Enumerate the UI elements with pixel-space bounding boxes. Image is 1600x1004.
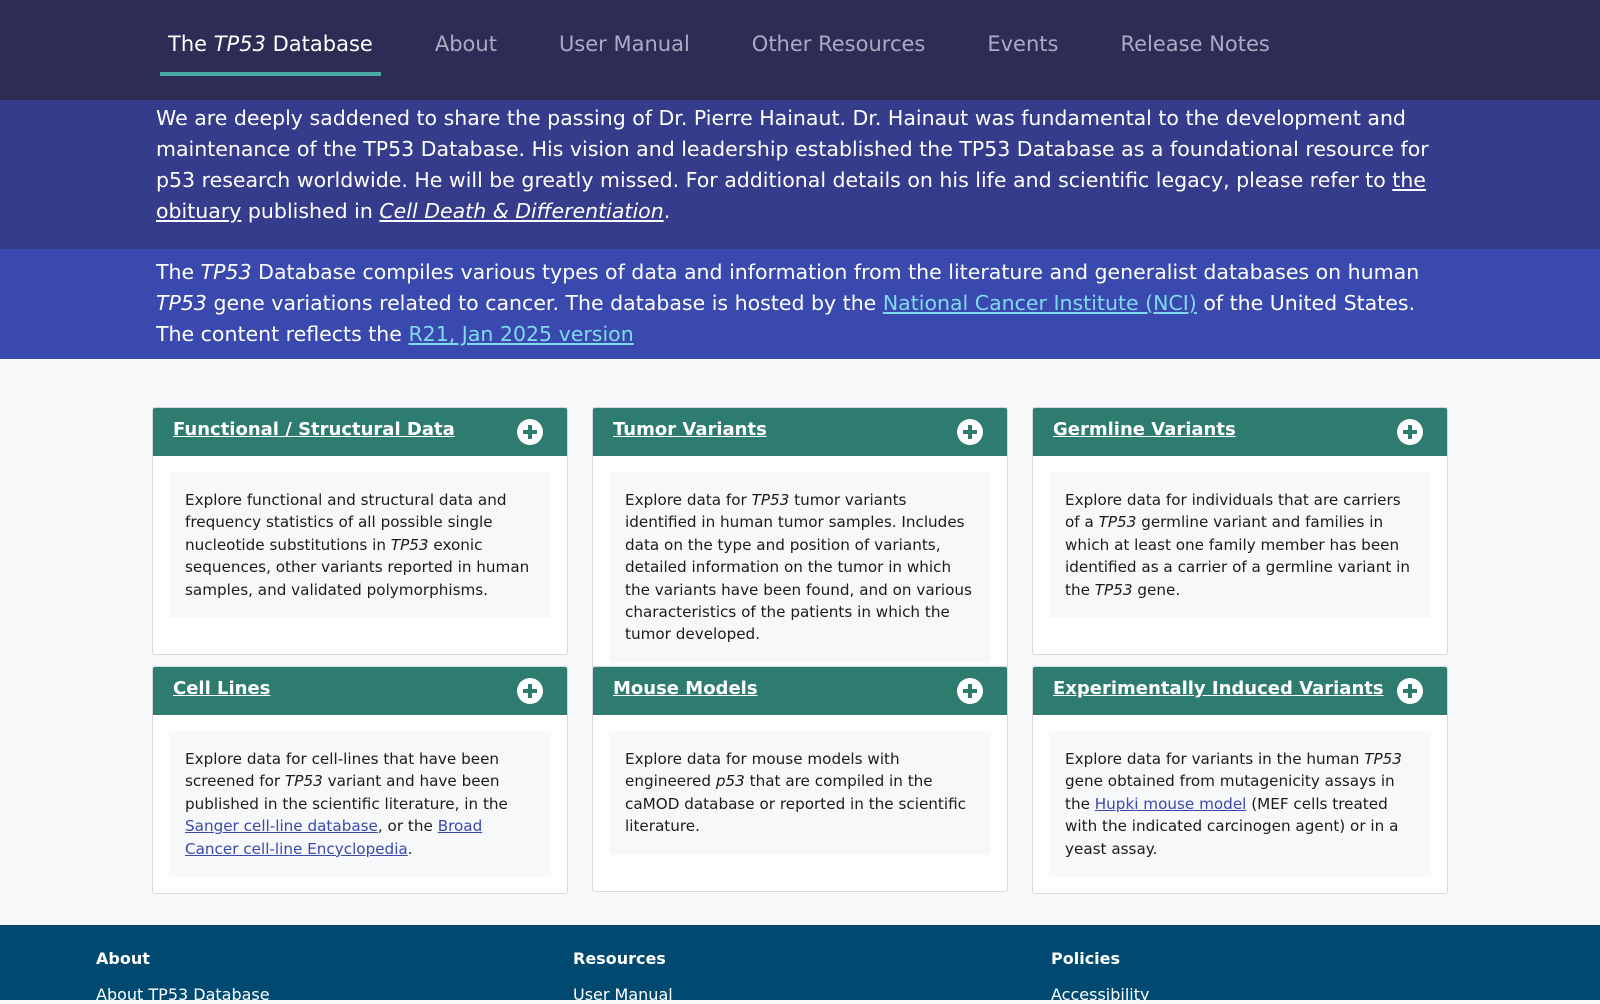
footer-link-user-manual[interactable]: User Manual (573, 985, 673, 1004)
card-description: Explore data for variants in the human T… (1049, 731, 1431, 878)
card-title-cell-lines[interactable]: Cell Lines (173, 678, 270, 699)
nav-about[interactable]: About (427, 28, 505, 76)
card-description: Explore data for individuals that are ca… (1049, 472, 1431, 619)
footer-heading-resources: Resources (573, 949, 666, 968)
memorial-banner: We are deeply saddened to share the pass… (0, 100, 1600, 249)
plus-circle-icon[interactable] (517, 678, 543, 704)
top-navigation: The TP53 Database About User Manual Othe… (0, 0, 1600, 100)
hupki-mouse-link[interactable]: Hupki mouse model (1095, 795, 1247, 813)
card-functional-structural: Functional / Structural Data Explore fun… (152, 407, 568, 656)
plus-circle-icon[interactable] (957, 419, 983, 445)
card-germline-variants: Germline Variants Explore data for indiv… (1032, 407, 1448, 656)
card-tumor-variants: Tumor Variants Explore data for TP53 tum… (592, 407, 1008, 700)
card-mouse-models: Mouse Models Explore data for mouse mode… (592, 666, 1008, 892)
card-header: Mouse Models (593, 667, 1007, 715)
card-title-functional-structural[interactable]: Functional / Structural Data (173, 419, 455, 440)
card-description: Explore data for TP53 tumor variants ide… (609, 472, 991, 663)
nav-other-resources[interactable]: Other Resources (744, 28, 934, 76)
card-header: Germline Variants (1033, 408, 1447, 456)
footer-column-about: About About TP53 Database (96, 949, 270, 1004)
plus-circle-icon[interactable] (1397, 678, 1423, 704)
nav-events[interactable]: Events (979, 28, 1066, 76)
sanger-database-link[interactable]: Sanger cell-line database (185, 817, 378, 835)
footer-link-about-tp53[interactable]: About TP53 Database (96, 985, 270, 1004)
card-header: Cell Lines (153, 667, 567, 715)
intro-banner: The TP53 Database compiles various types… (0, 249, 1600, 359)
plus-circle-icon[interactable] (1397, 419, 1423, 445)
nav-home-tp53-database[interactable]: The TP53 Database (160, 28, 381, 76)
footer: About About TP53 Database Resources User… (0, 925, 1600, 1004)
card-header: Functional / Structural Data (153, 408, 567, 456)
plus-circle-icon[interactable] (957, 678, 983, 704)
card-header: Tumor Variants (593, 408, 1007, 456)
card-title-tumor-variants[interactable]: Tumor Variants (613, 419, 767, 440)
nci-link[interactable]: National Cancer Institute (NCI) (883, 291, 1197, 315)
card-header: Experimentally Induced Variants (1033, 667, 1447, 715)
footer-column-resources: Resources User Manual (573, 949, 673, 1004)
version-link[interactable]: R21, Jan 2025 version (408, 322, 633, 346)
card-title-experimentally-induced[interactable]: Experimentally Induced Variants (1053, 678, 1384, 699)
intro-text: The TP53 Database compiles various types… (156, 260, 1420, 346)
footer-column-policies: Policies Accessibility (1051, 949, 1149, 1004)
nav-release-notes[interactable]: Release Notes (1112, 28, 1277, 76)
card-title-germline-variants[interactable]: Germline Variants (1053, 419, 1236, 440)
card-description: Explore data for cell-lines that have be… (169, 731, 551, 878)
card-experimentally-induced: Experimentally Induced Variants Explore … (1032, 666, 1448, 895)
card-title-mouse-models[interactable]: Mouse Models (613, 678, 758, 699)
card-description: Explore functional and structural data a… (169, 472, 551, 619)
plus-circle-icon[interactable] (517, 419, 543, 445)
nav-user-manual[interactable]: User Manual (551, 28, 698, 76)
card-cell-lines: Cell Lines Explore data for cell-lines t… (152, 666, 568, 895)
card-description: Explore data for mouse models with engin… (609, 731, 991, 855)
nav-list: The TP53 Database About User Manual Othe… (160, 28, 1324, 76)
footer-heading-policies: Policies (1051, 949, 1121, 968)
footer-link-accessibility[interactable]: Accessibility (1051, 985, 1149, 1004)
memorial-text: We are deeply saddened to share the pass… (156, 106, 1429, 223)
footer-heading-about: About (96, 949, 150, 968)
journal-link[interactable]: Cell Death & Differentiation (379, 199, 663, 223)
